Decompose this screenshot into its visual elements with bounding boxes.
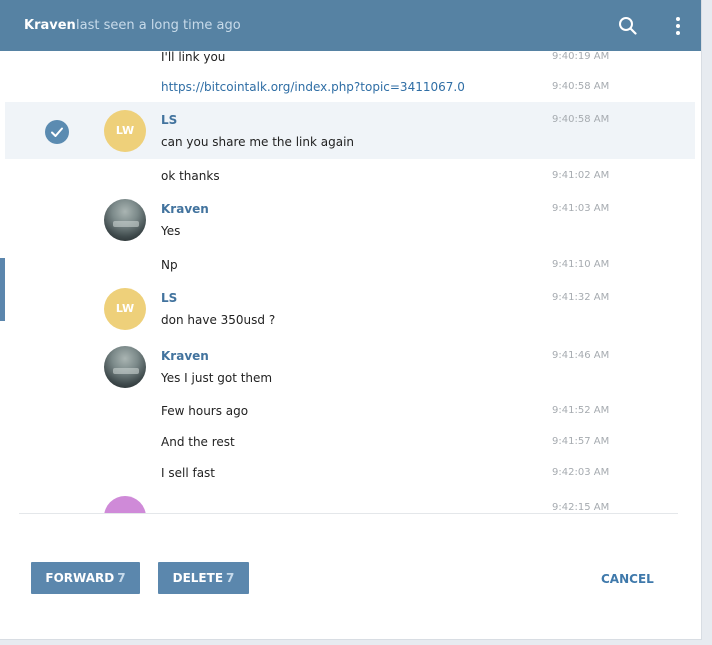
forward-button[interactable]: FORWARD 7 [31,562,140,594]
message-text: I'll link you [161,51,226,64]
message-time: 9:41:03 AM [552,203,610,214]
message-row[interactable]: I'll link you 9:40:19 AM [5,51,695,73]
avatar[interactable]: LW [104,288,146,330]
message-row[interactable]: 9:42:15 AM [5,486,695,513]
message-text: Yes [161,224,181,238]
message-text: ok thanks [161,169,220,183]
footer-divider [19,513,678,514]
message-row[interactable]: And the rest 9:41:57 AM [5,424,695,455]
message-link[interactable]: https://bitcointalk.org/index.php?topic=… [161,79,465,95]
message-text: can you share me the link again [161,135,355,149]
message-row[interactable]: ok thanks 9:41:02 AM [5,159,695,194]
message-time: 9:40:58 AM [552,81,610,92]
check-icon[interactable] [45,120,69,144]
message-row[interactable]: LW LS don have 350usd ? 9:41:32 AM [5,283,695,338]
message-author[interactable]: LS [161,112,177,128]
message-time: 9:41:57 AM [552,436,610,447]
message-time: 9:42:15 AM [552,502,610,513]
peer-name[interactable]: Kraven [24,18,76,34]
message-row-selected[interactable]: LW LS can you share me the link again 9:… [5,102,695,159]
message-time: 9:40:19 AM [552,51,610,62]
message-time: 9:41:02 AM [552,170,610,181]
message-time: 9:40:58 AM [552,114,610,125]
forward-label: FORWARD [45,571,115,585]
message-author[interactable]: LS [161,290,177,306]
message-history[interactable]: I'll link you 9:40:19 AM https://bitcoin… [0,51,701,513]
message-row[interactable]: https://bitcointalk.org/index.php?topic=… [5,73,695,102]
avatar[interactable] [104,496,146,513]
more-vertical-icon[interactable] [666,14,690,38]
message-author[interactable]: Kraven [161,348,209,364]
sidebar-edge [0,258,5,321]
message-row[interactable]: Kraven Yes 9:41:03 AM [5,194,695,249]
avatar[interactable] [104,346,146,388]
delete-button[interactable]: DELETE 7 [158,562,249,594]
message-time: 9:41:46 AM [552,350,610,361]
message-text: I sell fast [161,466,216,480]
message-author[interactable]: Kraven [161,201,209,217]
message-row[interactable]: Kraven Yes I just got them 9:41:46 AM [5,338,695,393]
chat-header: Kraven last seen a long time ago [0,0,701,51]
delete-count: 7 [226,571,235,585]
message-text: don have 350usd ? [161,313,276,327]
message-time: 9:41:32 AM [552,292,610,303]
message-row[interactable]: Np 9:41:10 AM [5,249,695,283]
message-time: 9:42:03 AM [552,467,610,478]
message-text: Few hours ago [161,404,249,418]
chat-window: Kraven last seen a long time ago I'll li… [0,0,702,640]
avatar[interactable] [104,199,146,241]
message-row[interactable]: Few hours ago 9:41:52 AM [5,393,695,424]
search-icon[interactable] [616,14,640,38]
cancel-button[interactable]: CANCEL [601,571,654,587]
message-row[interactable]: I sell fast 9:42:03 AM [5,455,695,486]
message-text: Np [161,258,178,272]
message-time: 9:41:52 AM [552,405,610,416]
message-text: Yes I just got them [161,371,273,385]
message-text: And the rest [161,435,235,449]
forward-count: 7 [117,571,126,585]
peer-status: last seen a long time ago [76,18,241,33]
delete-label: DELETE [172,571,224,585]
avatar[interactable]: LW [104,110,146,152]
message-time: 9:41:10 AM [552,259,610,270]
